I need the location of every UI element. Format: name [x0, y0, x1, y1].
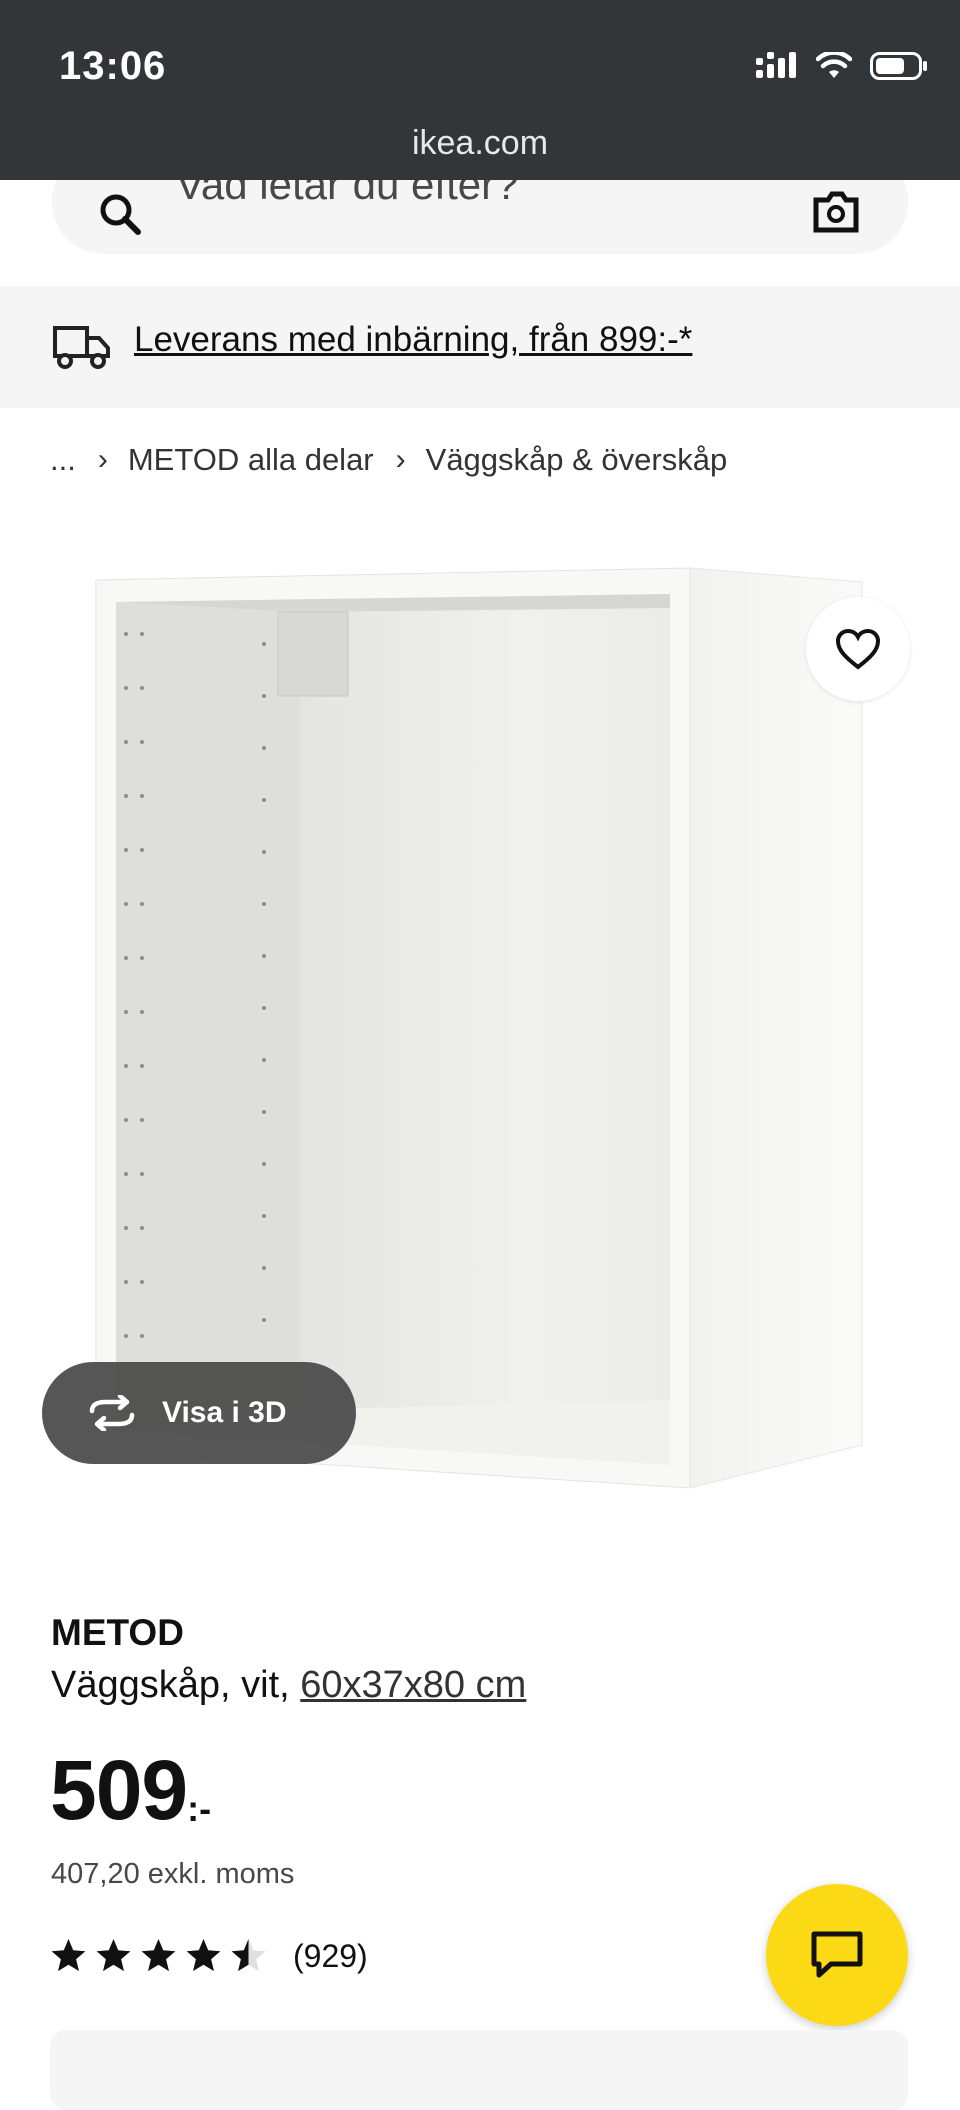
price-value: 509 — [50, 1743, 188, 1837]
price: 509:- — [50, 1748, 211, 1832]
price-suffix: :- — [187, 1788, 212, 1829]
breadcrumb: ... › METOD alla delar › Väggskåp & över… — [50, 442, 727, 478]
signal-icon — [756, 52, 796, 78]
rating[interactable]: (929) — [50, 1938, 368, 1975]
chat-icon — [811, 1931, 863, 1978]
product-description: Väggskåp, vit, 60x37x80 cm — [51, 1664, 526, 1707]
star-icon — [231, 1939, 266, 1972]
status-time: 13:06 — [59, 44, 167, 88]
star-icon — [51, 1939, 86, 1972]
url-bar[interactable]: ikea.com — [0, 124, 960, 163]
breadcrumb-item-vaggskap[interactable]: Väggskåp & överskåp — [426, 442, 728, 478]
breadcrumb-item-metod[interactable]: METOD alla delar — [128, 442, 374, 478]
heart-icon — [835, 628, 881, 670]
product-type: Väggskåp, vit, — [51, 1664, 301, 1706]
rotate-3d-icon — [89, 1395, 135, 1431]
product-size-link[interactable]: 60x37x80 cm — [300, 1664, 526, 1706]
chevron-right-icon: › — [395, 443, 406, 476]
status-icons — [756, 52, 928, 80]
star-icon — [96, 1939, 131, 1972]
delivery-banner[interactable]: Leverans med inbärning, från 899:-* — [0, 286, 960, 408]
breadcrumb-ellipsis[interactable]: ... — [50, 442, 76, 478]
star-icon — [141, 1939, 176, 1972]
favorite-button[interactable] — [806, 597, 910, 701]
product-name: METOD — [51, 1612, 184, 1653]
view-3d-button[interactable]: Visa i 3D — [42, 1362, 356, 1464]
wifi-icon — [816, 52, 852, 78]
status-bar: 13:06 ikea.com — [0, 0, 960, 180]
rating-stars — [50, 1938, 267, 1975]
view-3d-label: Visa i 3D — [162, 1396, 287, 1429]
price-excl-vat: 407,20 exkl. moms — [51, 1858, 295, 1890]
review-count[interactable]: (929) — [293, 1938, 368, 1975]
bottom-card[interactable] — [50, 2030, 908, 2110]
chevron-right-icon: › — [97, 443, 108, 476]
truck-icon — [53, 326, 110, 369]
chat-button[interactable] — [766, 1884, 908, 2026]
delivery-link[interactable]: Leverans med inbärning, från 899:-* — [134, 320, 692, 360]
battery-icon — [870, 52, 927, 80]
star-icon — [186, 1939, 221, 1972]
